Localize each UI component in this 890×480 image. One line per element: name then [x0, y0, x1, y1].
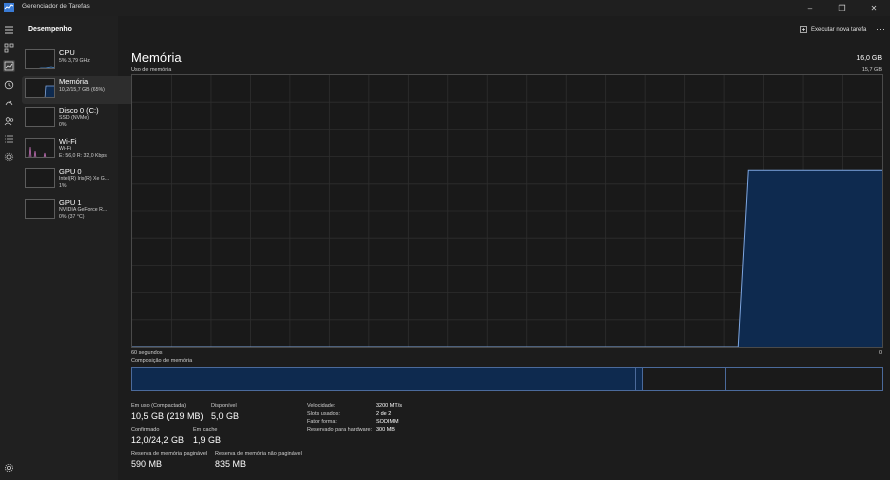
form-factor-value: SODIMM	[376, 419, 399, 425]
sidebar-item-sub: 5% 3,79 GHz	[59, 58, 90, 64]
minimize-icon: –	[807, 3, 813, 13]
usage-graph-max: 15,7 GB	[861, 67, 882, 73]
run-task-icon	[800, 26, 807, 33]
sidebar-item-sub: Wi-Fi	[59, 146, 72, 152]
sidebar: Desempenho CPU 5% 3,79 GHz Memória 10,2/…	[18, 16, 136, 480]
hardware-reserved-value: 300 MB	[376, 427, 395, 433]
cpu-thumbnail	[25, 49, 55, 69]
close-button[interactable]: ✕	[858, 0, 890, 16]
in-use-value: 10,5 GB (219 MB)	[131, 411, 204, 421]
committed-value: 12,0/24,2 GB	[131, 435, 185, 445]
memory-total: 16,0 GB	[856, 55, 882, 62]
title-bar: Gerenciador de Tarefas – ❐ ✕	[0, 0, 890, 16]
memory-thumbnail	[25, 78, 55, 98]
sidebar-item-memory[interactable]: Memória 10,2/15,7 GB (65%)	[22, 76, 136, 104]
more-options-button[interactable]: ···	[876, 24, 885, 34]
gpu0-thumbnail	[25, 168, 55, 188]
slots-value: 2 de 2	[376, 411, 392, 417]
in-use-label: Em uso (Compactada)	[131, 403, 187, 409]
page-title: Memória	[131, 50, 182, 65]
sidebar-item-sub2: 1%	[59, 183, 67, 189]
processes-icon[interactable]	[3, 42, 15, 54]
composition-label: Composição de memória	[131, 358, 193, 364]
composition-modified-segment[interactable]	[634, 368, 642, 390]
app-title: Gerenciador de Tarefas	[22, 3, 90, 10]
speed-label: Velocidade:	[307, 403, 336, 409]
graph-x-right-label: 0	[878, 350, 882, 356]
maximize-button[interactable]: ❐	[826, 0, 858, 16]
sidebar-item-label: CPU	[59, 48, 75, 57]
menu-icon[interactable]	[3, 24, 15, 36]
cached-label: Em cache	[193, 427, 218, 433]
sidebar-item-label: Wi-Fi	[59, 137, 77, 146]
sidebar-item-wifi[interactable]: Wi-Fi Wi-Fi E: 56,0 R: 32,0 Kbps	[22, 136, 136, 164]
sidebar-item-sub2: 0% (37 °C)	[59, 214, 85, 220]
paged-pool-label: Reserva de memória paginável	[131, 451, 208, 457]
sidebar-item-sub: 10,2/15,7 GB (65%)	[59, 87, 105, 93]
memory-composition-bar	[131, 367, 883, 391]
sidebar-item-cpu[interactable]: CPU 5% 3,79 GHz	[22, 47, 136, 75]
run-task-label: Executar nova tarefa	[811, 26, 867, 33]
app-history-icon[interactable]	[3, 79, 15, 91]
memory-usage-graph	[131, 74, 883, 348]
sidebar-item-label: GPU 0	[59, 167, 82, 176]
users-icon[interactable]	[3, 115, 15, 127]
sidebar-item-gpu1[interactable]: GPU 1 NVIDIA GeForce R... 0% (37 °C)	[22, 197, 136, 225]
page-title-performance: Desempenho	[28, 26, 72, 33]
sidebar-item-sub: NVIDIA GeForce R...	[59, 207, 108, 213]
details-icon[interactable]	[3, 133, 15, 145]
sidebar-item-label: Memória	[59, 77, 89, 86]
disk-thumbnail	[25, 107, 55, 127]
memory-usage-chart	[132, 75, 882, 347]
gpu1-thumbnail	[25, 199, 55, 219]
wifi-thumbnail	[25, 138, 55, 158]
graph-x-left-label: 60 segundos	[131, 350, 163, 356]
committed-label: Confirmado	[131, 427, 160, 433]
services-icon[interactable]	[3, 151, 15, 163]
hardware-reserved-label: Reservado para hardware:	[307, 427, 373, 433]
speed-value: 3200 MT/s	[376, 403, 402, 409]
performance-icon[interactable]	[3, 60, 15, 72]
slots-label: Slots usados:	[307, 411, 341, 417]
settings-icon[interactable]	[3, 462, 15, 474]
available-value: 5,0 GB	[211, 411, 240, 421]
close-icon: ✕	[870, 3, 878, 13]
composition-standby-segment[interactable]	[642, 368, 725, 390]
startup-apps-icon[interactable]	[3, 97, 15, 109]
sidebar-item-sub: SSD (NVMe)	[59, 115, 89, 121]
composition-free-segment[interactable]	[724, 368, 883, 390]
task-manager-icon	[4, 3, 14, 12]
sidebar-item-gpu0[interactable]: GPU 0 Intel(R) Iris(R) Xe G... 1%	[22, 166, 136, 194]
memory-usage-area	[132, 170, 882, 347]
nav-rail	[0, 16, 18, 480]
sidebar-item-label: GPU 1	[59, 198, 82, 207]
paged-pool-value: 590 MB	[131, 459, 163, 469]
sidebar-item-disk[interactable]: Disco 0 (C:) SSD (NVMe) 0%	[22, 105, 136, 133]
usage-graph-label: Uso de memória	[131, 67, 172, 73]
available-label: Disponível	[211, 403, 237, 409]
sidebar-item-label: Disco 0 (C:)	[59, 106, 99, 115]
maximize-icon: ❐	[838, 3, 846, 13]
sidebar-item-sub2: E: 56,0 R: 32,0 Kbps	[59, 153, 107, 159]
nonpaged-pool-value: 835 MB	[215, 459, 247, 469]
minimize-button[interactable]: –	[794, 0, 826, 16]
composition-in-use-segment[interactable]	[132, 368, 635, 390]
sidebar-item-sub2: 0%	[59, 122, 67, 128]
cached-value: 1,9 GB	[193, 435, 222, 445]
nonpaged-pool-label: Reserva de memória não paginável	[215, 451, 302, 457]
form-factor-label: Fator forma:	[307, 419, 337, 425]
run-new-task-button[interactable]: Executar nova tarefa	[800, 26, 866, 33]
sidebar-item-sub: Intel(R) Iris(R) Xe G...	[59, 176, 110, 182]
